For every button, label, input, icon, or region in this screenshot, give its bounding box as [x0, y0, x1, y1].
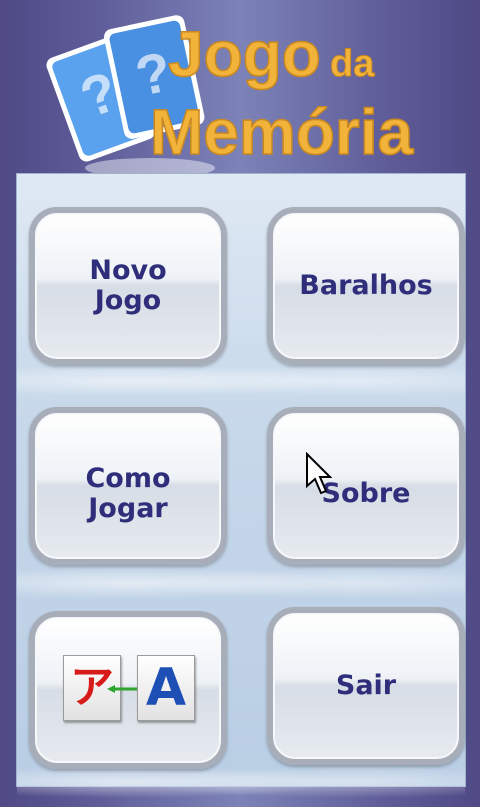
latin-tile: A [137, 655, 195, 721]
language-button[interactable]: ア A [29, 611, 227, 769]
about-button[interactable]: Sobre [267, 407, 465, 565]
how-to-play-label: Como Jogar [85, 463, 171, 524]
mouse-pointer-icon [306, 452, 333, 495]
about-label: Sobre [321, 478, 411, 509]
exit-button[interactable]: Sair [267, 607, 465, 765]
title-jogo: Jogo [168, 18, 321, 90]
ripple-decoration [17, 558, 465, 608]
app-header: ? ? Jogo da Memória [0, 0, 480, 180]
how-to-play-button[interactable]: Como Jogar [29, 407, 227, 565]
new-game-button[interactable]: Novo Jogo [29, 207, 227, 365]
title-memoria: Memória [150, 96, 414, 168]
title-da: da [330, 43, 375, 85]
language-icon: ア A [63, 655, 195, 725]
new-game-label: Novo Jogo [89, 255, 167, 316]
menu-panel: Novo Jogo Baralhos Como Jogar Sobre ア A … [16, 173, 466, 807]
app-logo: ? ? Jogo da Memória [46, 15, 414, 178]
exit-label: Sair [335, 670, 397, 701]
decks-button[interactable]: Baralhos [267, 207, 465, 365]
decks-label: Baralhos [299, 270, 433, 301]
